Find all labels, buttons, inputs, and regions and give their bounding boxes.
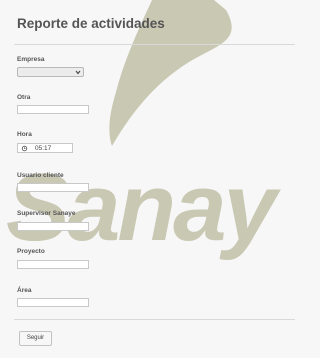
empresa-label: Empresa	[17, 56, 45, 63]
title-divider	[14, 44, 295, 45]
supervisor-input[interactable]	[17, 222, 89, 231]
empresa-select[interactable]	[17, 67, 84, 77]
chevron-down-icon	[75, 70, 81, 75]
footer-divider	[14, 319, 295, 320]
hora-value: 05:17	[35, 145, 52, 152]
otra-input[interactable]	[17, 105, 89, 114]
supervisor-label: Supervisor Sanaye	[17, 210, 76, 217]
usuario-cliente-label: Usuario cliente	[17, 172, 64, 179]
clock-icon	[21, 145, 28, 152]
proyecto-label: Proyecto	[17, 248, 45, 255]
hora-time-input[interactable]: 05:17	[17, 143, 73, 153]
hora-label: Hora	[17, 131, 32, 138]
seguir-button[interactable]: Seguir	[19, 331, 52, 346]
proyecto-input[interactable]	[17, 260, 89, 269]
area-input[interactable]	[17, 298, 89, 307]
area-label: Área	[17, 287, 32, 294]
usuario-cliente-input[interactable]	[17, 183, 89, 192]
otra-label: Otra	[17, 94, 31, 101]
activity-report-form: Reporte de actividades Empresa Otra Hora…	[0, 0, 310, 358]
page-title: Reporte de actividades	[17, 16, 165, 31]
